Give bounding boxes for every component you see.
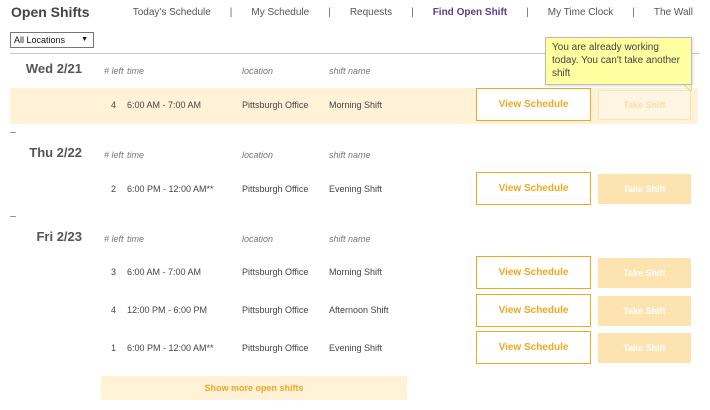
take-shift-button[interactable]: Take Shift xyxy=(598,174,691,204)
view-schedule-button[interactable]: View Schedule xyxy=(476,331,591,364)
nav-separator: | xyxy=(632,7,635,18)
nav-separator: | xyxy=(526,7,529,18)
view-schedule-button[interactable]: View Schedule xyxy=(476,88,591,121)
nav-separator: | xyxy=(229,7,233,18)
header-num-left: # left xyxy=(104,150,124,160)
shift-num-left: 3 xyxy=(111,267,117,277)
shift-time: 6:00 PM - 12:00 AM** xyxy=(127,184,214,194)
shift-name: Afternoon Shift xyxy=(329,305,389,315)
take-shift-button-disabled[interactable]: Take Shift xyxy=(598,90,691,120)
shift-time: 6:00 AM - 7:00 AM xyxy=(127,267,202,277)
tooltip-pointer xyxy=(684,85,692,91)
take-shift-button[interactable]: Take Shift xyxy=(598,333,691,363)
take-shift-button[interactable]: Take Shift xyxy=(598,296,691,326)
chevron-down-icon: ▼ xyxy=(81,36,88,43)
tooltip-text: You are already working today. You can't… xyxy=(552,42,680,79)
top-nav: Today's Schedule | My Schedule | Request… xyxy=(133,7,693,18)
nav-find-open-shift[interactable]: Find Open Shift xyxy=(433,7,507,18)
already-working-tooltip: You are already working today. You can't… xyxy=(545,37,692,85)
shift-name: Evening Shift xyxy=(329,343,383,353)
view-schedule-button[interactable]: View Schedule xyxy=(476,256,591,289)
shift-name: Morning Shift xyxy=(329,267,383,277)
header-num-left: # left xyxy=(104,234,124,244)
nav-separator: | xyxy=(411,7,414,18)
header-shift-name: shift name xyxy=(329,234,371,244)
nav-separator: | xyxy=(328,7,331,18)
day-date: Fri 2/23 xyxy=(36,229,82,244)
header-location: location xyxy=(242,234,274,244)
day-date: Thu 2/22 xyxy=(29,145,82,160)
shift-location: Pittsburgh Office xyxy=(242,100,309,110)
day-separator xyxy=(10,216,16,217)
shift-location: Pittsburgh Office xyxy=(242,305,309,315)
shift-time: 6:00 AM - 7:00 AM xyxy=(127,100,202,110)
header-shift-name: shift name xyxy=(329,66,371,76)
shift-time: 6:00 PM - 12:00 AM** xyxy=(127,343,214,353)
shift-location: Pittsburgh Office xyxy=(242,267,309,277)
shift-location: Pittsburgh Office xyxy=(242,184,309,194)
day-date: Wed 2/21 xyxy=(25,61,82,76)
shift-location: Pittsburgh Office xyxy=(242,343,309,353)
header-shift-name: shift name xyxy=(329,150,371,160)
view-schedule-button[interactable]: View Schedule xyxy=(476,172,591,205)
header-location: location xyxy=(242,66,274,76)
location-filter-select[interactable]: All Locations ▼ xyxy=(10,32,94,48)
header-time: time xyxy=(127,150,145,160)
nav-requests[interactable]: Requests xyxy=(350,7,392,18)
shift-num-left: 4 xyxy=(111,100,117,110)
take-shift-button[interactable]: Take Shift xyxy=(598,258,691,288)
shift-name: Evening Shift xyxy=(329,184,383,194)
header-location: location xyxy=(242,150,274,160)
shift-time: 12:00 PM - 6:00 PM xyxy=(127,305,208,315)
shift-num-left: 2 xyxy=(111,184,117,194)
shift-num-left: 1 xyxy=(111,343,117,353)
show-more-shifts-button[interactable]: Show more open shifts xyxy=(101,376,407,400)
header-time: time xyxy=(127,66,145,76)
header-num-left: # left xyxy=(104,66,124,76)
nav-my-schedule[interactable]: My Schedule xyxy=(251,7,309,18)
nav-todays-schedule[interactable]: Today's Schedule xyxy=(133,7,211,18)
nav-the-wall[interactable]: The Wall xyxy=(654,7,693,18)
day-separator xyxy=(10,132,16,133)
location-filter-value: All Locations xyxy=(14,35,66,45)
view-schedule-button[interactable]: View Schedule xyxy=(476,294,591,327)
shift-num-left: 4 xyxy=(111,305,117,315)
shift-name: Morning Shift xyxy=(329,100,383,110)
nav-my-time-clock[interactable]: My Time Clock xyxy=(548,7,614,18)
header-time: time xyxy=(127,234,145,244)
page-title: Open Shifts xyxy=(11,4,90,20)
